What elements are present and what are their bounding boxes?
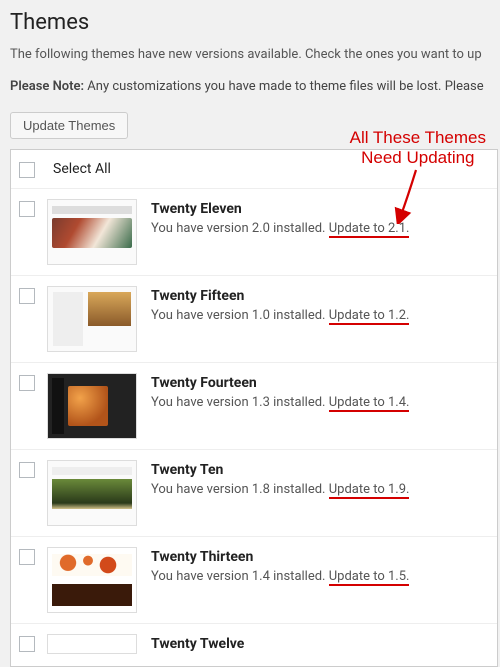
- theme-info: Twenty Thirteen You have version 1.4 ins…: [151, 547, 489, 584]
- installed-version-text: You have version 1.0 installed.: [151, 308, 329, 323]
- themes-update-panel: Themes The following themes have new ver…: [0, 0, 500, 667]
- theme-checkbox[interactable]: [19, 636, 35, 652]
- theme-name: Twenty Eleven: [151, 201, 489, 217]
- table-row: Twenty Twelve: [11, 624, 497, 666]
- theme-thumbnail: [47, 547, 137, 613]
- theme-thumbnail: [47, 286, 137, 352]
- note-label: Please Note:: [10, 79, 84, 94]
- update-themes-button[interactable]: Update Themes: [10, 112, 128, 139]
- theme-name: Twenty Twelve: [151, 636, 489, 652]
- select-all-label[interactable]: Select All: [47, 161, 111, 177]
- note-text: Please Note: Any customizations you have…: [10, 77, 500, 97]
- update-link[interactable]: Update to 2.1.: [329, 221, 410, 238]
- installed-version-text: You have version 2.0 installed.: [151, 221, 329, 236]
- theme-meta: You have version 2.0 installed. Update t…: [151, 221, 409, 236]
- note-body: Any customizations you have made to them…: [84, 79, 484, 94]
- theme-checkbox[interactable]: [19, 288, 35, 304]
- theme-checkbox[interactable]: [19, 201, 35, 217]
- table-row: Twenty Ten You have version 1.8 installe…: [11, 450, 497, 537]
- theme-name: Twenty Ten: [151, 462, 489, 478]
- page-heading: Themes: [10, 10, 500, 35]
- theme-info: Twenty Eleven You have version 2.0 insta…: [151, 199, 489, 236]
- table-row: Twenty Eleven You have version 2.0 insta…: [11, 189, 497, 276]
- theme-info: Twenty Twelve: [151, 634, 489, 656]
- table-row: Twenty Fifteen You have version 1.0 inst…: [11, 276, 497, 363]
- theme-info: Twenty Fourteen You have version 1.3 ins…: [151, 373, 489, 410]
- select-all-checkbox[interactable]: [19, 162, 35, 178]
- theme-meta: You have version 1.3 installed. Update t…: [151, 395, 409, 410]
- update-link[interactable]: Update to 1.2.: [329, 308, 410, 325]
- table-row: Twenty Fourteen You have version 1.3 ins…: [11, 363, 497, 450]
- update-link[interactable]: Update to 1.4.: [329, 395, 410, 412]
- theme-info: Twenty Fifteen You have version 1.0 inst…: [151, 286, 489, 323]
- theme-meta: You have version 1.8 installed. Update t…: [151, 482, 409, 497]
- theme-info: Twenty Ten You have version 1.8 installe…: [151, 460, 489, 497]
- theme-checkbox[interactable]: [19, 549, 35, 565]
- table-row: Twenty Thirteen You have version 1.4 ins…: [11, 537, 497, 624]
- theme-meta: You have version 1.4 installed. Update t…: [151, 569, 409, 584]
- theme-name: Twenty Thirteen: [151, 549, 489, 565]
- intro-text: The following themes have new versions a…: [10, 45, 500, 65]
- update-link[interactable]: Update to 1.5.: [329, 569, 410, 586]
- theme-checkbox[interactable]: [19, 462, 35, 478]
- installed-version-text: You have version 1.3 installed.: [151, 395, 329, 410]
- theme-name: Twenty Fifteen: [151, 288, 489, 304]
- theme-thumbnail: [47, 460, 137, 526]
- theme-checkbox[interactable]: [19, 375, 35, 391]
- installed-version-text: You have version 1.8 installed.: [151, 482, 329, 497]
- theme-meta: You have version 1.0 installed. Update t…: [151, 308, 409, 323]
- theme-thumbnail: [47, 199, 137, 265]
- theme-thumbnail: [47, 634, 137, 654]
- theme-name: Twenty Fourteen: [151, 375, 489, 391]
- select-all-checkbox-cell: [19, 160, 47, 178]
- themes-table: Select All Twenty Eleven You have versio…: [10, 149, 498, 667]
- installed-version-text: You have version 1.4 installed.: [151, 569, 329, 584]
- theme-thumbnail: [47, 373, 137, 439]
- table-header-row: Select All: [11, 150, 497, 189]
- update-link[interactable]: Update to 1.9.: [329, 482, 410, 499]
